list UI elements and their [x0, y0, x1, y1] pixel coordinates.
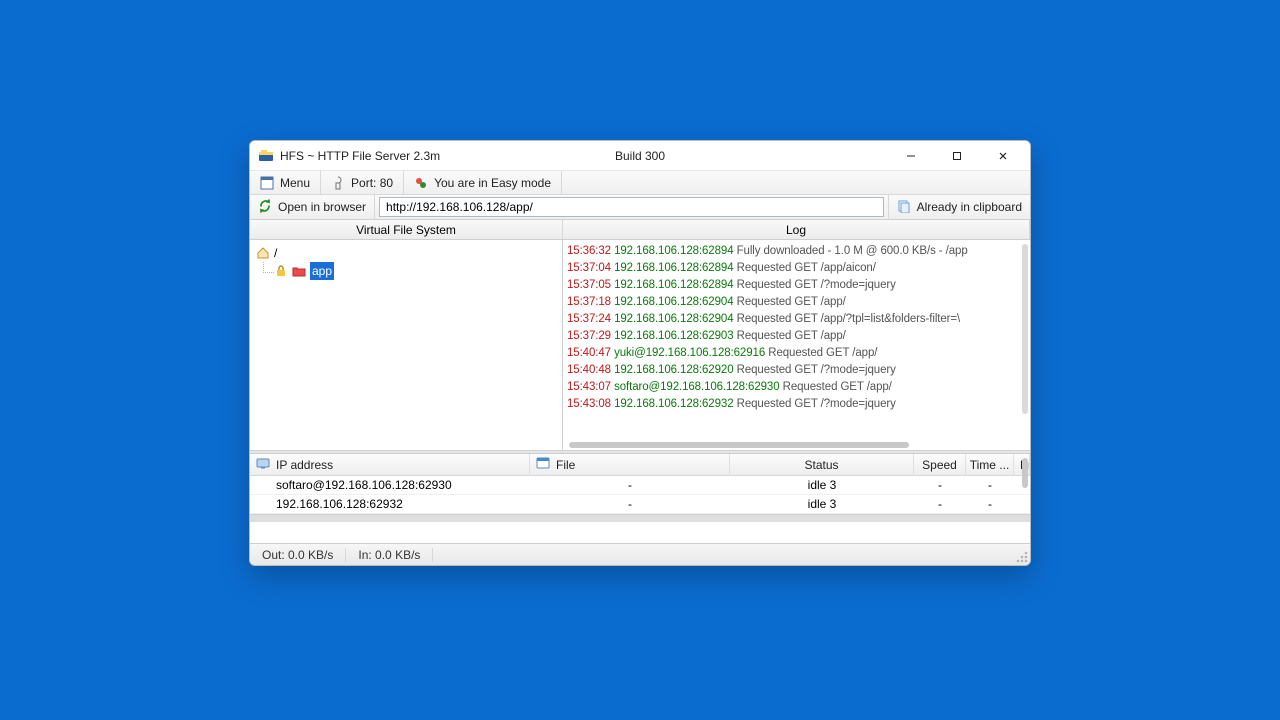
- port-button[interactable]: Port: 80: [321, 171, 404, 194]
- log-scrollbar-vertical[interactable]: [1022, 244, 1028, 414]
- open-browser-button[interactable]: Open in browser: [250, 195, 375, 219]
- vfs-root-row[interactable]: /: [256, 244, 556, 262]
- port-label: Port: 80: [351, 176, 393, 190]
- log-line[interactable]: 15:37:05 192.168.106.128:62894 Requested…: [567, 277, 1026, 294]
- log-line[interactable]: 15:37:29 192.168.106.128:62903 Requested…: [567, 328, 1026, 345]
- col-speed-label: Speed: [922, 458, 957, 472]
- menu-button[interactable]: Menu: [250, 171, 321, 194]
- log-line[interactable]: 15:43:07 softaro@192.168.106.128:62930 R…: [567, 379, 1026, 396]
- log-line[interactable]: 15:37:18 192.168.106.128:62904 Requested…: [567, 294, 1026, 311]
- connections-rows: softaro@192.168.106.128:62930-idle 3--19…: [250, 476, 1030, 514]
- col-ip[interactable]: IP address: [250, 454, 530, 475]
- status-in: In: 0.0 KB/s: [346, 548, 433, 562]
- easy-mode-icon: [414, 176, 428, 190]
- log-scrollbar-horizontal-track: [569, 442, 1016, 448]
- menu-icon: [260, 176, 274, 190]
- log-line[interactable]: 15:43:08 192.168.106.128:62932 Requested…: [567, 396, 1026, 413]
- col-time-label: Time ...: [970, 458, 1010, 472]
- address-bar: Open in browser Already in clipboard: [250, 195, 1030, 220]
- connections-panel: IP address File Status Speed Time ... Pr…: [250, 454, 1030, 522]
- status-out: Out: 0.0 KB/s: [250, 548, 346, 562]
- log-line[interactable]: 15:40:47 yuki@192.168.106.128:62916 Requ…: [567, 345, 1026, 362]
- clipboard-box[interactable]: Already in clipboard: [888, 195, 1030, 219]
- connection-row[interactable]: softaro@192.168.106.128:62930-idle 3--: [250, 476, 1030, 495]
- log-lines: 15:36:32 192.168.106.128:62894 Fully dow…: [567, 243, 1026, 413]
- app-icon: [258, 148, 274, 164]
- folder-icon: [292, 264, 306, 278]
- open-browser-icon: [258, 199, 272, 216]
- col-file[interactable]: File: [530, 454, 730, 475]
- connection-row[interactable]: 192.168.106.128:62932-idle 3--: [250, 495, 1030, 514]
- vfs-pane[interactable]: / app: [250, 240, 563, 450]
- vfs-app-label: app: [310, 262, 334, 280]
- clipboard-label: Already in clipboard: [917, 200, 1022, 214]
- clipboard-icon: [897, 199, 911, 216]
- close-button[interactable]: [980, 141, 1026, 171]
- main-split: / app 15:36:32 192.168.106.128:62894 Ful…: [250, 240, 1030, 450]
- easy-mode-label: You are in Easy mode: [434, 176, 551, 190]
- minimize-button[interactable]: [888, 141, 934, 171]
- log-line[interactable]: 15:40:48 192.168.106.128:62920 Requested…: [567, 362, 1026, 379]
- log-line[interactable]: 15:37:24 192.168.106.128:62904 Requested…: [567, 311, 1026, 328]
- connections-scrollbar-vertical[interactable]: [1022, 454, 1028, 522]
- vfs-root-label: /: [274, 244, 277, 262]
- log-header[interactable]: Log: [563, 220, 1030, 239]
- connections-scrollbar-horizontal[interactable]: [250, 514, 1030, 522]
- log-pane[interactable]: 15:36:32 192.168.106.128:62894 Fully dow…: [563, 240, 1030, 450]
- pane-headers: Virtual File System Log: [250, 220, 1030, 240]
- toolbar: Menu Port: 80 You are in Easy mode: [250, 171, 1030, 195]
- app-window: HFS ~ HTTP File Server 2.3m Build 300 Me…: [249, 140, 1031, 566]
- log-line[interactable]: 15:37:04 192.168.106.128:62894 Requested…: [567, 260, 1026, 277]
- easy-mode-button[interactable]: You are in Easy mode: [404, 171, 562, 194]
- home-icon: [256, 246, 270, 260]
- titlebar[interactable]: HFS ~ HTTP File Server 2.3m Build 300: [250, 141, 1030, 171]
- maximize-button[interactable]: [934, 141, 980, 171]
- port-icon: [331, 176, 345, 190]
- window-controls: [888, 141, 1026, 171]
- log-line[interactable]: 15:36:32 192.168.106.128:62894 Fully dow…: [567, 243, 1026, 260]
- connections-header-row: IP address File Status Speed Time ... Pr…: [250, 454, 1030, 476]
- col-time[interactable]: Time ...: [966, 454, 1014, 475]
- open-browser-label: Open in browser: [278, 200, 366, 214]
- status-bar: Out: 0.0 KB/s In: 0.0 KB/s: [250, 543, 1030, 565]
- col-file-label: File: [556, 458, 575, 472]
- log-scrollbar-horizontal[interactable]: [569, 442, 909, 448]
- vfs-header[interactable]: Virtual File System: [250, 220, 563, 239]
- connections-icon: [256, 456, 270, 473]
- resize-grip[interactable]: [1016, 551, 1028, 563]
- col-status-label: Status: [804, 458, 838, 472]
- lock-icon: [274, 264, 288, 278]
- col-ip-label: IP address: [276, 458, 333, 472]
- window-title: HFS ~ HTTP File Server 2.3m: [280, 149, 440, 163]
- file-icon: [536, 456, 550, 473]
- vfs-app-row[interactable]: app: [274, 262, 556, 280]
- url-input[interactable]: [379, 197, 884, 217]
- build-label: Build 300: [615, 149, 665, 163]
- col-speed[interactable]: Speed: [914, 454, 966, 475]
- menu-label: Menu: [280, 176, 310, 190]
- col-status[interactable]: Status: [730, 454, 914, 475]
